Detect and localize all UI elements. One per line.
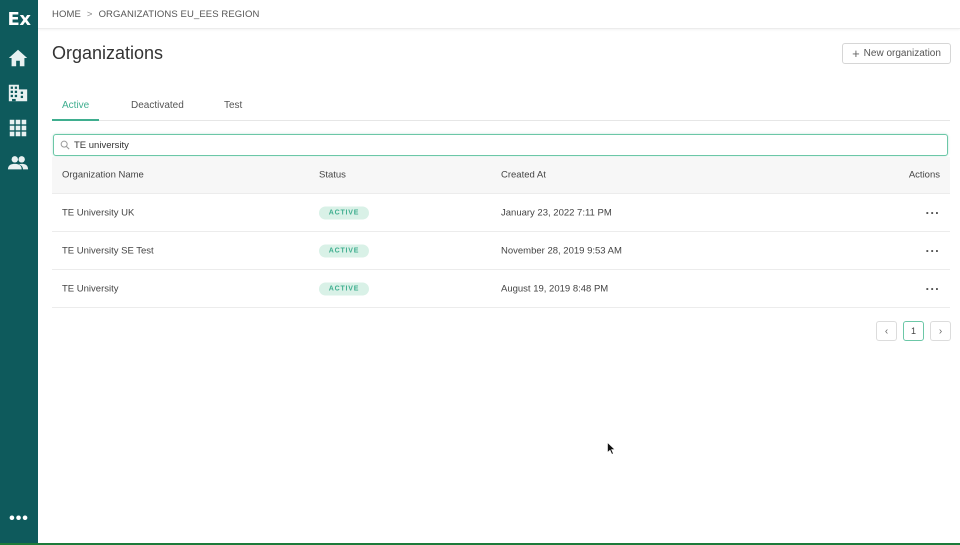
table-row[interactable]: TE University SE Test ACTIVE November 28… [52, 232, 950, 270]
people-icon[interactable] [7, 152, 29, 174]
building-icon[interactable] [7, 82, 29, 104]
tabs: Active Deactivated Test [52, 92, 950, 121]
app-logo[interactable]: Ex [0, 9, 38, 30]
new-organization-button[interactable]: + New organization [842, 43, 951, 64]
table-row[interactable]: TE University ACTIVE August 19, 2019 8:4… [52, 270, 950, 308]
created-at: January 23, 2022 7:11 PM [501, 207, 612, 218]
status-badge: ACTIVE [319, 282, 369, 295]
created-at: August 19, 2019 8:48 PM [501, 283, 609, 294]
row-actions-menu-icon[interactable]: ··· [926, 205, 941, 220]
tab-test[interactable]: Test [224, 100, 242, 119]
organization-name[interactable]: TE University SE Test [62, 245, 154, 256]
page-title: Organizations [52, 43, 164, 63]
plus-icon: + [852, 45, 860, 61]
prev-page-button[interactable]: ‹ [876, 321, 897, 341]
header-created-at[interactable]: Created At [501, 170, 546, 181]
organization-name[interactable]: TE University UK [62, 207, 134, 218]
tab-active[interactable]: Active [62, 100, 89, 119]
mouse-cursor-icon [607, 442, 616, 455]
page-1-button[interactable]: 1 [903, 321, 924, 341]
top-bar: HOME > ORGANIZATIONS EU_EES REGION [38, 0, 960, 29]
new-organization-label: New organization [863, 48, 941, 59]
search-input[interactable] [74, 138, 934, 153]
header-status[interactable]: Status [319, 170, 346, 181]
organization-name[interactable]: TE University [62, 283, 118, 294]
breadcrumb-home[interactable]: HOME [52, 9, 81, 20]
organizations-table: Organization Name Status Created At Acti… [52, 157, 950, 308]
breadcrumb-current: ORGANIZATIONS EU_EES REGION [98, 9, 260, 20]
search-box[interactable] [53, 134, 948, 156]
row-actions-menu-icon[interactable]: ··· [926, 281, 941, 296]
table-header: Organization Name Status Created At Acti… [52, 157, 950, 194]
sidebar: Ex ••• [0, 0, 38, 545]
next-page-button[interactable]: › [930, 321, 951, 341]
header-actions: Actions [908, 169, 940, 181]
table-row[interactable]: TE University UK ACTIVE January 23, 2022… [52, 194, 950, 232]
breadcrumb-separator: > [86, 9, 93, 20]
header-organization-name[interactable]: Organization Name [62, 170, 144, 181]
tab-deactivated[interactable]: Deactivated [131, 100, 184, 119]
row-actions-menu-icon[interactable]: ··· [926, 243, 941, 258]
created-at: November 28, 2019 9:53 AM [501, 245, 622, 256]
more-icon[interactable]: ••• [0, 510, 38, 528]
home-icon[interactable] [7, 47, 29, 69]
apps-grid-icon[interactable] [7, 117, 29, 139]
status-cell: ACTIVE [319, 206, 369, 219]
active-tab-indicator [52, 119, 99, 121]
status-badge: ACTIVE [319, 206, 369, 219]
status-cell: ACTIVE [319, 282, 369, 295]
breadcrumb: HOME > ORGANIZATIONS EU_EES REGION [52, 9, 259, 20]
status-badge: ACTIVE [319, 244, 369, 257]
search-icon [60, 140, 70, 150]
status-cell: ACTIVE [319, 244, 369, 257]
